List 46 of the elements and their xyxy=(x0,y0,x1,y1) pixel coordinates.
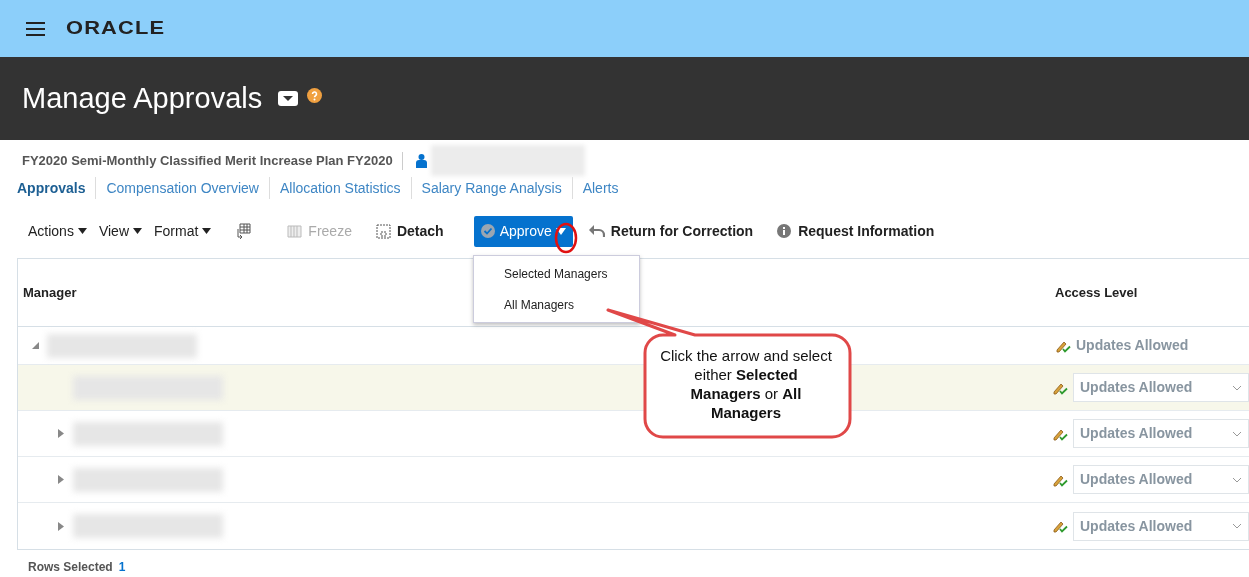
menu-button[interactable]: View xyxy=(98,220,142,242)
menu-button[interactable]: Actions xyxy=(28,220,87,242)
chevron-down-icon xyxy=(1232,430,1242,437)
caret-icon xyxy=(77,228,87,234)
page-title: Manage Approvals xyxy=(22,80,263,116)
expand-icon[interactable] xyxy=(57,429,65,438)
detach-button[interactable]: Detach xyxy=(375,220,444,242)
table-icon[interactable] xyxy=(235,223,252,239)
undo-icon xyxy=(588,224,605,238)
caret-icon xyxy=(202,228,212,234)
chevron-down-icon xyxy=(1232,384,1242,391)
help-icon[interactable] xyxy=(307,88,323,103)
menu-item[interactable]: Selected Managers xyxy=(474,258,639,289)
oracle-logo[interactable]: ORACLE xyxy=(66,14,166,43)
menu-button[interactable]: Format xyxy=(154,220,212,242)
approve-split-button[interactable]: Approve xyxy=(473,215,573,247)
caret-icon xyxy=(133,228,142,234)
chevron-down-icon xyxy=(1232,476,1242,483)
pencil-check-icon xyxy=(1053,519,1068,533)
tab[interactable]: Alerts xyxy=(582,177,619,199)
tab[interactable]: Salary Range Analysis xyxy=(421,177,562,199)
request-info-button[interactable]: Request Information xyxy=(777,220,935,242)
tab[interactable]: Approvals xyxy=(17,177,86,199)
menu-icon[interactable] xyxy=(26,21,45,36)
access-level-text: Updates Allowed xyxy=(1076,336,1189,355)
return-button[interactable]: Return for Correction xyxy=(588,220,754,242)
tab[interactable]: Allocation Statistics xyxy=(280,177,401,199)
person-icon[interactable] xyxy=(415,153,427,168)
collapse-icon[interactable] xyxy=(31,341,39,350)
chevron-down-icon xyxy=(1232,523,1242,529)
menu-item[interactable]: All Managers xyxy=(474,289,639,320)
dropdown-icon[interactable] xyxy=(278,91,299,106)
expand-icon[interactable] xyxy=(57,521,65,531)
rows-selected-count: 1 xyxy=(118,559,126,576)
column-header: Access Level xyxy=(1054,283,1138,302)
expand-icon[interactable] xyxy=(57,475,65,484)
info-icon xyxy=(777,224,792,238)
columns-icon xyxy=(287,223,303,239)
highlight-ellipse xyxy=(554,222,578,254)
dropdown-arrow-icon[interactable] xyxy=(555,227,566,235)
rows-selected-label: Rows Selected xyxy=(28,559,113,576)
column-header: Manager xyxy=(22,283,78,302)
check-circle-icon xyxy=(480,224,495,238)
detach-icon xyxy=(375,223,391,239)
plan-name: FY2020 Semi-Monthly Classified Merit Increase Plan FY2020 xyxy=(22,151,393,170)
tab[interactable]: Compensation Overview xyxy=(106,177,259,199)
